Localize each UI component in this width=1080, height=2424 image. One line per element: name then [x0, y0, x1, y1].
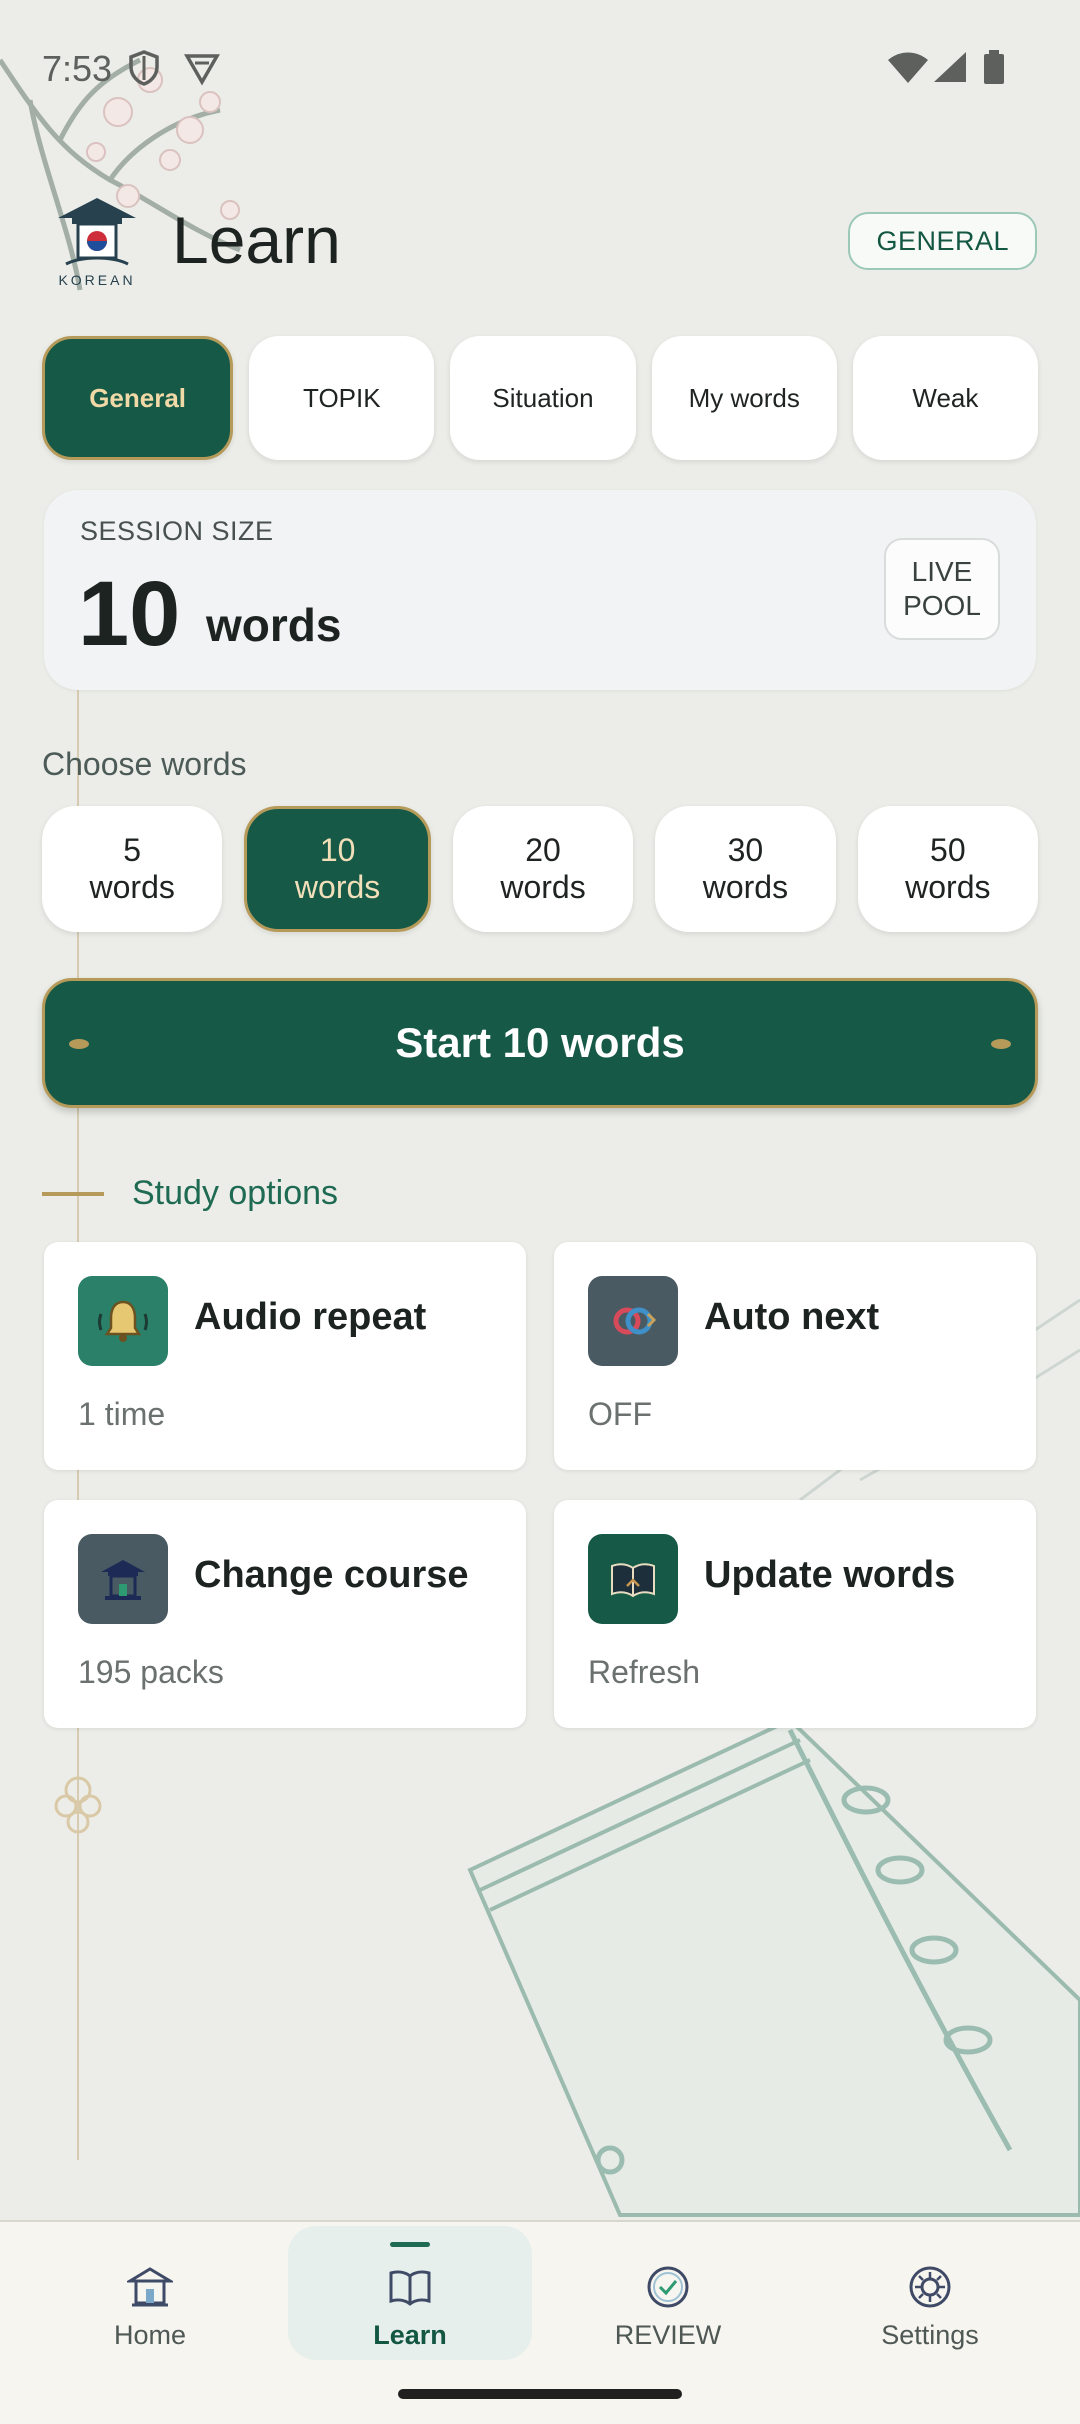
- tab-situation[interactable]: Situation: [450, 336, 636, 460]
- wifi-icon: [888, 52, 928, 83]
- status-time: 7:53: [42, 48, 113, 89]
- word-option-number: 5: [123, 832, 142, 868]
- word-option-unit: words: [500, 869, 586, 905]
- live-pool-badge: LIVE POOL: [884, 538, 1000, 640]
- app-logo: KOREAN: [52, 192, 142, 292]
- tab-weak[interactable]: Weak: [852, 336, 1039, 460]
- check-circle-icon: [647, 2266, 689, 2308]
- status-bar: 7:53: [0, 0, 1080, 140]
- live-pool-line1: LIVE: [911, 556, 973, 587]
- auto-next-title: Auto next: [704, 1296, 880, 1338]
- logo-text: KOREAN: [58, 272, 136, 288]
- word-option-unit: words: [89, 869, 175, 905]
- word-option-5[interactable]: 5 words: [42, 806, 223, 932]
- session-size-count: 10: [78, 563, 181, 665]
- nav-home[interactable]: Home: [15, 2222, 285, 2424]
- auto-next-value: OFF: [588, 1396, 652, 1432]
- page-title: Learn: [172, 203, 341, 277]
- word-option-50[interactable]: 50 words: [857, 806, 1039, 932]
- audio-repeat-value: 1 time: [78, 1396, 166, 1432]
- word-option-number: 20: [525, 832, 561, 868]
- live-pool-line2: POOL: [903, 590, 981, 621]
- word-option-20[interactable]: 20 words: [452, 806, 634, 932]
- word-option-number: 30: [727, 832, 764, 868]
- signal-icon: [934, 52, 966, 82]
- tab-my-words[interactable]: My words: [651, 336, 837, 460]
- category-tabs: General TOPIK Situation My words Weak: [42, 336, 1039, 460]
- word-option-unit: words: [702, 869, 789, 905]
- session-size-label: SESSION SIZE: [80, 516, 274, 546]
- word-option-unit: words: [294, 869, 381, 905]
- word-option-10[interactable]: 10 words: [244, 806, 431, 932]
- word-option-number: 10: [319, 832, 356, 868]
- nav-home-label: Home: [113, 2320, 187, 2350]
- update-words-value: Refresh: [588, 1654, 701, 1690]
- settings-icon: [909, 2266, 951, 2308]
- study-options-title: Study options: [132, 1174, 339, 1212]
- gesture-handle[interactable]: [398, 2389, 682, 2399]
- audio-repeat-title: Audio repeat: [194, 1296, 427, 1338]
- mode-badge[interactable]: GENERAL: [848, 212, 1037, 270]
- pagoda-logo-icon: [58, 198, 136, 266]
- auto-next-card[interactable]: Auto next OFF: [554, 1242, 1036, 1470]
- word-option-unit: words: [905, 869, 991, 905]
- battery-icon: [984, 50, 1004, 84]
- vpn-icon: [184, 54, 220, 86]
- ornament-right: [991, 1039, 1011, 1049]
- section-divider: [42, 1192, 104, 1196]
- pagoda-icon: [78, 1534, 168, 1624]
- nav-settings[interactable]: Settings: [795, 2222, 1065, 2424]
- word-count-options: 5 words 10 words 20 words 30 words 50 wo…: [42, 806, 1039, 932]
- change-course-value: 195 packs: [78, 1654, 224, 1690]
- word-option-number: 50: [930, 832, 966, 868]
- tab-topik[interactable]: TOPIK: [249, 336, 435, 460]
- update-words-title: Update words: [704, 1554, 956, 1596]
- home-icon: [127, 2267, 173, 2307]
- nav-learn-label: Learn: [373, 2320, 447, 2350]
- ornament-left: [69, 1039, 89, 1049]
- start-session-button[interactable]: Start 10 words: [42, 978, 1038, 1108]
- tab-general[interactable]: General: [42, 336, 234, 460]
- word-option-30[interactable]: 30 words: [655, 806, 836, 932]
- audio-repeat-card[interactable]: Audio repeat 1 time: [44, 1242, 526, 1470]
- bell-icon: [78, 1276, 168, 1366]
- loop-icon: [588, 1276, 678, 1366]
- change-course-title: Change course: [194, 1554, 469, 1596]
- start-session-label: Start 10 words: [395, 1019, 685, 1066]
- book-icon: [389, 2270, 431, 2306]
- change-course-card[interactable]: Change course 195 packs: [44, 1500, 526, 1728]
- session-size-card: SESSION SIZE 10 words LIVE POOL: [44, 490, 1036, 690]
- shield-icon: [129, 50, 159, 86]
- book-icon: [588, 1534, 678, 1624]
- nav-settings-label: Settings: [881, 2320, 979, 2350]
- update-words-card[interactable]: Update words Refresh: [554, 1500, 1036, 1728]
- nav-review-label: REVIEW: [614, 2320, 722, 2350]
- choose-words-label: Choose words: [42, 746, 247, 782]
- session-size-unit: words: [206, 599, 342, 651]
